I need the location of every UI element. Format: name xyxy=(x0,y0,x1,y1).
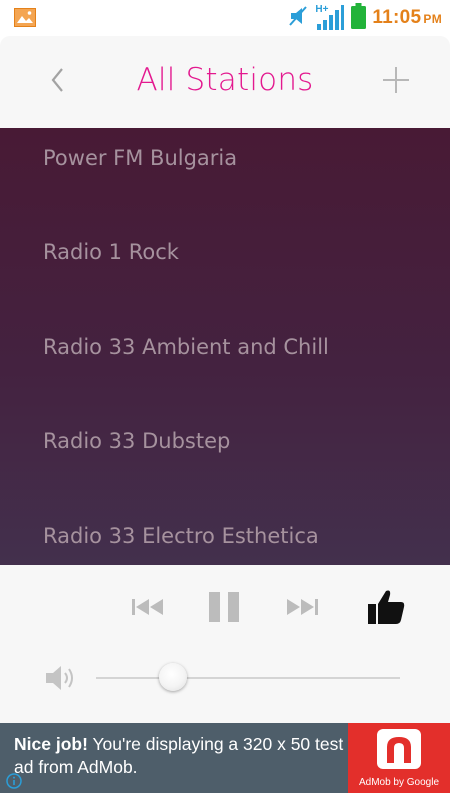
pause-button[interactable] xyxy=(204,587,244,631)
station-item[interactable]: Radio 1 Rock xyxy=(0,222,450,316)
pause-icon xyxy=(208,591,240,628)
station-item[interactable]: Radio 33 Electro Esthetica xyxy=(0,506,450,565)
station-name: Radio 33 Dubstep xyxy=(43,429,231,453)
ad-banner[interactable]: Nice job! You're displaying a 320 x 50 t… xyxy=(0,723,450,793)
clock: 11:05 PM xyxy=(372,7,442,29)
previous-icon xyxy=(131,597,165,622)
station-item[interactable]: Radio 33 Dubstep xyxy=(0,411,450,505)
ad-text: Nice job! You're displaying a 320 x 50 t… xyxy=(14,733,344,779)
mute-icon xyxy=(287,4,309,33)
plus-icon xyxy=(381,65,411,100)
admob-caption: AdMob by Google xyxy=(358,777,440,788)
station-item[interactable]: Power FM Bulgaria xyxy=(0,128,450,222)
gallery-notification-icon xyxy=(14,8,36,27)
battery-icon xyxy=(351,2,367,34)
add-station-button[interactable] xyxy=(378,64,414,100)
admob-logo-icon xyxy=(377,729,421,774)
thumbs-up-icon xyxy=(367,589,405,630)
clock-time: 11:05 xyxy=(372,7,422,28)
station-name: Radio 33 Ambient and Chill xyxy=(43,335,329,359)
like-button[interactable] xyxy=(364,587,408,631)
volume-slider-track[interactable] xyxy=(96,677,400,679)
ad-text-area[interactable]: Nice job! You're displaying a 320 x 50 t… xyxy=(0,723,348,793)
station-name: Radio 33 Electro Esthetica xyxy=(43,524,319,548)
previous-button[interactable] xyxy=(126,589,170,629)
station-list[interactable]: Power FM Bulgaria Radio 1 Rock Radio 33 … xyxy=(0,128,450,565)
bottom-strip xyxy=(0,793,450,800)
volume-icon xyxy=(44,663,78,698)
ad-headline: Nice job! xyxy=(14,734,88,754)
station-name: Power FM Bulgaria xyxy=(43,146,238,170)
next-button[interactable] xyxy=(280,589,324,629)
status-bar: H+ 11:05 PM xyxy=(0,0,450,36)
app-header: All Stations xyxy=(0,36,450,128)
ad-info-icon[interactable] xyxy=(6,773,22,789)
player-controls xyxy=(0,565,450,723)
clock-ampm: PM xyxy=(423,12,442,26)
station-item[interactable]: Radio 33 Ambient and Chill xyxy=(0,317,450,411)
station-name: Radio 1 Rock xyxy=(43,240,179,264)
volume-slider-thumb[interactable] xyxy=(159,663,187,691)
signal-icon: H+ xyxy=(315,4,345,32)
admob-logo-area[interactable]: AdMob by Google xyxy=(348,723,450,793)
next-icon xyxy=(285,597,319,622)
